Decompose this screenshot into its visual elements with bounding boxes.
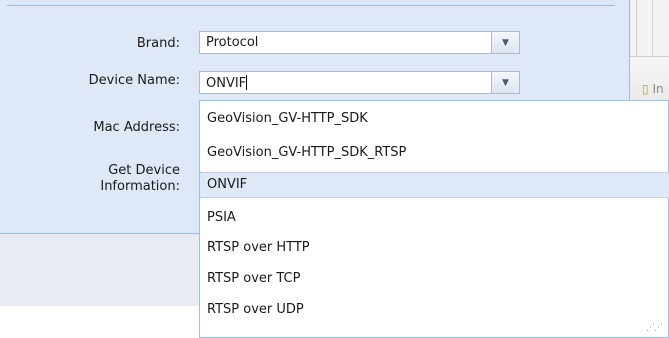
resize-grip-icon[interactable]: ⋰⋰ bbox=[646, 323, 663, 333]
right-pane-divider-2 bbox=[652, 0, 653, 56]
device-name-combo[interactable]: ONVIF ▼ bbox=[199, 71, 520, 94]
brand-combo[interactable]: Protocol ▼ bbox=[199, 31, 520, 54]
device-name-label: Device Name: bbox=[88, 73, 180, 88]
device-name-value: ONVIF bbox=[206, 76, 247, 91]
document-icon: ▯ bbox=[642, 82, 649, 96]
get-device-info-label: Get Device Information: bbox=[40, 163, 180, 195]
dropdown-option-selected[interactable]: ONVIF bbox=[200, 172, 669, 198]
brand-dropdown-trigger[interactable]: ▼ bbox=[491, 32, 519, 53]
device-name-dropdown-list: GeoVision_GV-HTTP_SDK GeoVision_GV-HTTP_… bbox=[199, 100, 669, 338]
brand-value: Protocol bbox=[206, 35, 259, 50]
toolbar-button-label: In bbox=[652, 82, 664, 96]
get-device-info-label-line2: Information: bbox=[100, 179, 180, 194]
dropdown-option[interactable]: RTSP over UDP bbox=[200, 297, 669, 323]
dropdown-option[interactable]: GeoVision_GV-HTTP_SDK bbox=[200, 106, 669, 132]
dropdown-option[interactable]: GeoVision_GV-HTTP_SDK_RTSP bbox=[200, 140, 669, 166]
chevron-down-icon: ▼ bbox=[502, 77, 509, 88]
panel-divider bbox=[7, 5, 615, 6]
toolbar-button[interactable]: ▯ In bbox=[642, 82, 664, 96]
get-device-info-label-line1: Get Device bbox=[108, 163, 180, 178]
dropdown-option[interactable]: RTSP over HTTP bbox=[200, 235, 669, 261]
mac-address-label: Mac Address: bbox=[93, 120, 180, 135]
dropdown-option[interactable]: PSIA bbox=[200, 205, 669, 231]
brand-label: Brand: bbox=[136, 36, 180, 51]
chevron-down-icon: ▼ bbox=[502, 37, 509, 48]
text-caret bbox=[246, 75, 248, 90]
device-name-input[interactable]: ONVIF bbox=[206, 75, 248, 92]
device-name-dropdown-trigger[interactable]: ▼ bbox=[491, 72, 519, 93]
dropdown-option[interactable]: RTSP over TCP bbox=[200, 266, 669, 292]
